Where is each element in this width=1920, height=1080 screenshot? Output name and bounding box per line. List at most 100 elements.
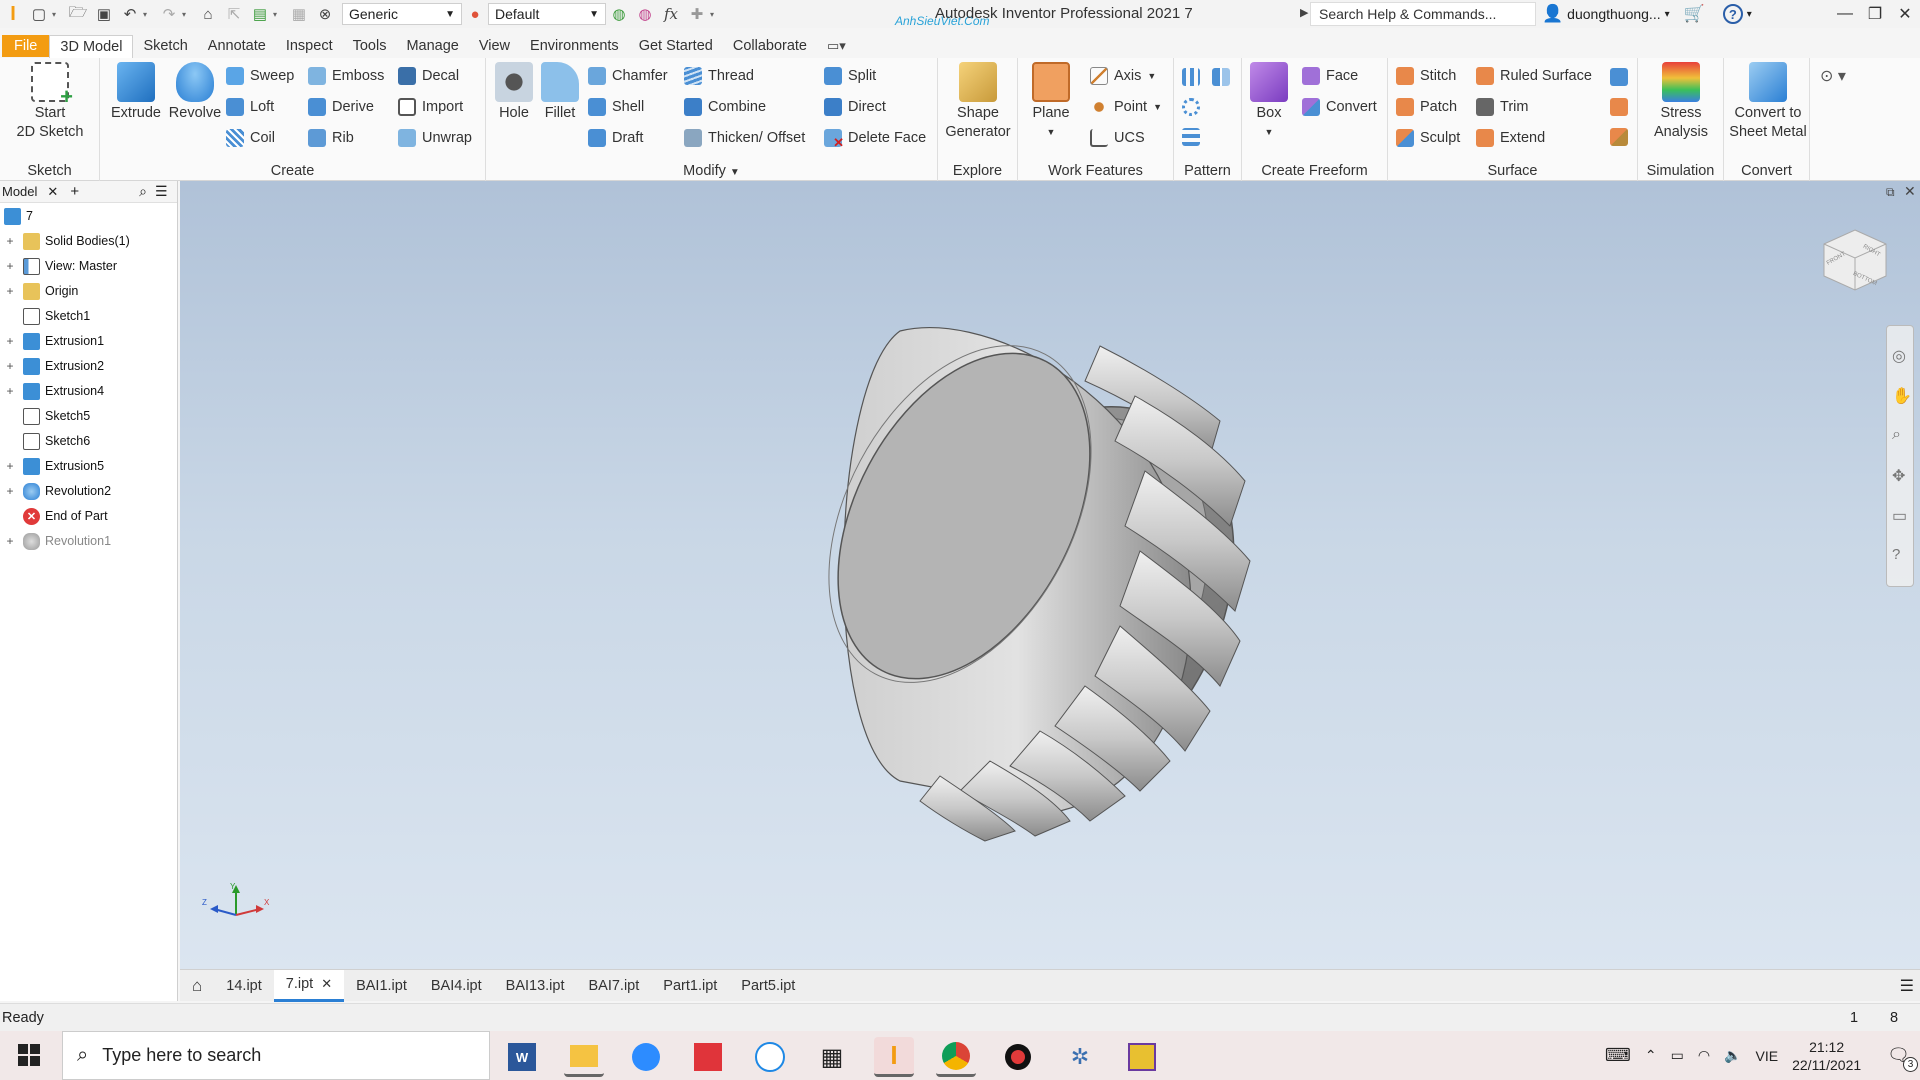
tree-item-end-of-part[interactable]: ✕ End of Part — [0, 505, 108, 527]
thicken-offset-button[interactable]: Thicken/ Offset — [684, 129, 805, 147]
tree-item-sketch5[interactable]: Sketch5 — [0, 405, 90, 427]
close-icon[interactable]: ✕ — [47, 184, 58, 200]
tree-item-sketch6[interactable]: Sketch6 — [0, 430, 90, 452]
plus-icon[interactable]: ✚ — [686, 3, 708, 25]
convert-to-sheet-metal-button[interactable]: Convert to Sheet Metal — [1726, 62, 1810, 142]
undo-icon[interactable]: ↶ — [119, 3, 141, 25]
point-button[interactable]: Point ▼ — [1090, 98, 1162, 116]
rib-button[interactable]: Rib — [308, 129, 354, 147]
tab-view[interactable]: View — [469, 35, 520, 57]
keyboard-icon[interactable]: ⌨ — [1605, 1045, 1631, 1066]
import-button[interactable]: Import — [398, 98, 463, 116]
expand-icon[interactable]: + — [5, 384, 15, 398]
properties-icon[interactable]: ▦ — [288, 3, 310, 25]
circular-pattern-icon[interactable] — [1182, 98, 1200, 116]
network-icon[interactable]: ◠ — [1698, 1047, 1710, 1064]
taskbar-clock[interactable]: 21:12 22/11/2021 — [1792, 1038, 1861, 1074]
patch-button[interactable]: Patch — [1396, 98, 1457, 116]
decal-button[interactable]: Decal — [398, 67, 459, 85]
inventor-logo-icon[interactable]: I — [2, 3, 24, 25]
tabs-menu-icon[interactable]: ☰ — [1900, 976, 1914, 996]
pan-icon[interactable]: ✋ — [1892, 386, 1912, 406]
doc-tab-part1[interactable]: Part1.ipt — [651, 970, 729, 1002]
coil-button[interactable]: Coil — [226, 129, 275, 147]
chevron-down-icon[interactable]: ▾ — [1747, 9, 1752, 20]
unwrap-button[interactable]: Unwrap — [398, 129, 472, 147]
graphics-viewport[interactable]: FRONT RIGHT BOTTOM ⧉ ✕ ◎ ✋ ⌕ ✥ ▭ ? Y X Z — [180, 181, 1920, 969]
windows-start-icon[interactable] — [18, 1044, 40, 1066]
doc-tab-bai7[interactable]: BAI7.ipt — [577, 970, 652, 1002]
language-indicator[interactable]: VIE — [1756, 1048, 1779, 1064]
derive-button[interactable]: Derive — [308, 98, 374, 116]
fillet-button[interactable]: Fillet — [538, 62, 582, 123]
freeform-convert-button[interactable]: Convert — [1302, 98, 1377, 116]
expand-icon[interactable]: + — [5, 484, 15, 498]
tree-item-extrusion4[interactable]: + Extrusion4 — [0, 380, 104, 402]
extrude-button[interactable]: Extrude — [106, 62, 166, 123]
expand-icon[interactable]: + — [5, 359, 15, 373]
help-icon[interactable]: ? — [1722, 4, 1743, 24]
ribbon-options-icon[interactable]: ⊙ ▾ — [1820, 66, 1846, 86]
browser-tab-model[interactable]: Model — [2, 184, 37, 199]
video-editor-app-icon[interactable]: ▦ — [812, 1037, 852, 1077]
tab-collaborate[interactable]: Collaborate — [723, 35, 817, 57]
battery-icon[interactable]: ▭ — [1671, 1047, 1684, 1064]
sweep-button[interactable]: Sweep — [226, 67, 294, 85]
tab-annotate[interactable]: Annotate — [198, 35, 276, 57]
expand-icon[interactable]: + — [5, 534, 15, 548]
tree-item-solid-bodies[interactable]: + Solid Bodies(1) — [0, 230, 130, 252]
chevron-down-icon[interactable]: ▾ — [273, 10, 283, 19]
rectangular-pattern-icon[interactable] — [1182, 68, 1200, 86]
expand-icon[interactable]: + — [5, 459, 15, 473]
tree-item-extrusion2[interactable]: + Extrusion2 — [0, 355, 104, 377]
surface-tool-2-icon[interactable] — [1610, 98, 1628, 116]
trim-button[interactable]: Trim — [1476, 98, 1528, 116]
sculpt-button[interactable]: Sculpt — [1396, 129, 1460, 147]
draft-button[interactable]: Draft — [588, 129, 643, 147]
chrome-app-icon[interactable] — [936, 1037, 976, 1077]
doc-tab-7-active[interactable]: 7.ipt ✕ — [273, 969, 345, 1002]
chevron-down-icon[interactable]: ▾ — [52, 10, 62, 19]
viewport-restore-icon[interactable]: ⧉ — [1886, 185, 1895, 200]
split-button[interactable]: Split — [824, 67, 876, 85]
screen-recorder-app-icon[interactable] — [998, 1037, 1038, 1077]
chevron-right-icon[interactable]: ▶ — [1300, 6, 1308, 19]
doc-tab-bai13[interactable]: BAI13.ipt — [494, 970, 577, 1002]
zalo-app-icon[interactable] — [750, 1037, 790, 1077]
home-icon[interactable]: ⌂ — [197, 3, 219, 25]
chevron-down-icon[interactable]: ▾ — [182, 10, 192, 19]
expand-icon[interactable]: + — [5, 234, 15, 248]
redo-icon[interactable]: ↷ — [158, 3, 180, 25]
stress-analysis-button[interactable]: Stress Analysis — [1644, 62, 1718, 142]
orbit-icon[interactable]: ✥ — [1892, 466, 1905, 486]
doc-tab-bai1[interactable]: BAI1.ipt — [344, 970, 419, 1002]
update-icon[interactable]: ▤ — [249, 3, 271, 25]
add-browser-tab-icon[interactable]: + — [70, 183, 79, 200]
steering-wheel-icon[interactable]: ◎ — [1892, 346, 1906, 366]
cart-icon[interactable]: 🛒 — [1684, 4, 1705, 24]
user-account-menu[interactable]: 👤 duongthuong... ▾ 🛒 ? ▾ — [1542, 4, 1752, 24]
clear-appearance-icon[interactable]: ◍ — [634, 3, 656, 25]
shape-generator-button[interactable]: Shape Generator — [942, 62, 1014, 142]
sketch-pattern-icon[interactable] — [1182, 128, 1200, 146]
volume-icon[interactable]: 🔈 — [1724, 1047, 1741, 1064]
zoom-icon[interactable]: ⌕ — [1892, 426, 1901, 444]
browser-root[interactable]: 7 — [0, 205, 33, 227]
tab-sketch[interactable]: Sketch — [133, 35, 197, 57]
network-app-icon[interactable]: ✲ — [1060, 1037, 1100, 1077]
zoom-app-icon[interactable] — [626, 1037, 666, 1077]
direct-button[interactable]: Direct — [824, 98, 886, 116]
home-tab-icon[interactable]: ⌂ — [180, 970, 214, 1002]
tab-environments[interactable]: Environments — [520, 35, 629, 57]
mirror-icon[interactable] — [1212, 68, 1230, 86]
material-ball-icon[interactable]: ⊗ — [314, 3, 336, 25]
plane-button[interactable]: Plane ▼ — [1026, 62, 1076, 142]
freeform-box-button[interactable]: Box ▼ — [1246, 62, 1292, 142]
surface-tool-1-icon[interactable] — [1610, 68, 1628, 86]
tree-item-origin[interactable]: + Origin — [0, 280, 78, 302]
tree-item-extrusion5[interactable]: + Extrusion5 — [0, 455, 104, 477]
appearance-select[interactable]: Default ▼ — [488, 3, 606, 25]
tab-3d-model[interactable]: 3D Model — [49, 34, 134, 58]
doc-tab-bai4[interactable]: BAI4.ipt — [419, 970, 494, 1002]
ruled-surface-button[interactable]: Ruled Surface — [1476, 67, 1592, 85]
